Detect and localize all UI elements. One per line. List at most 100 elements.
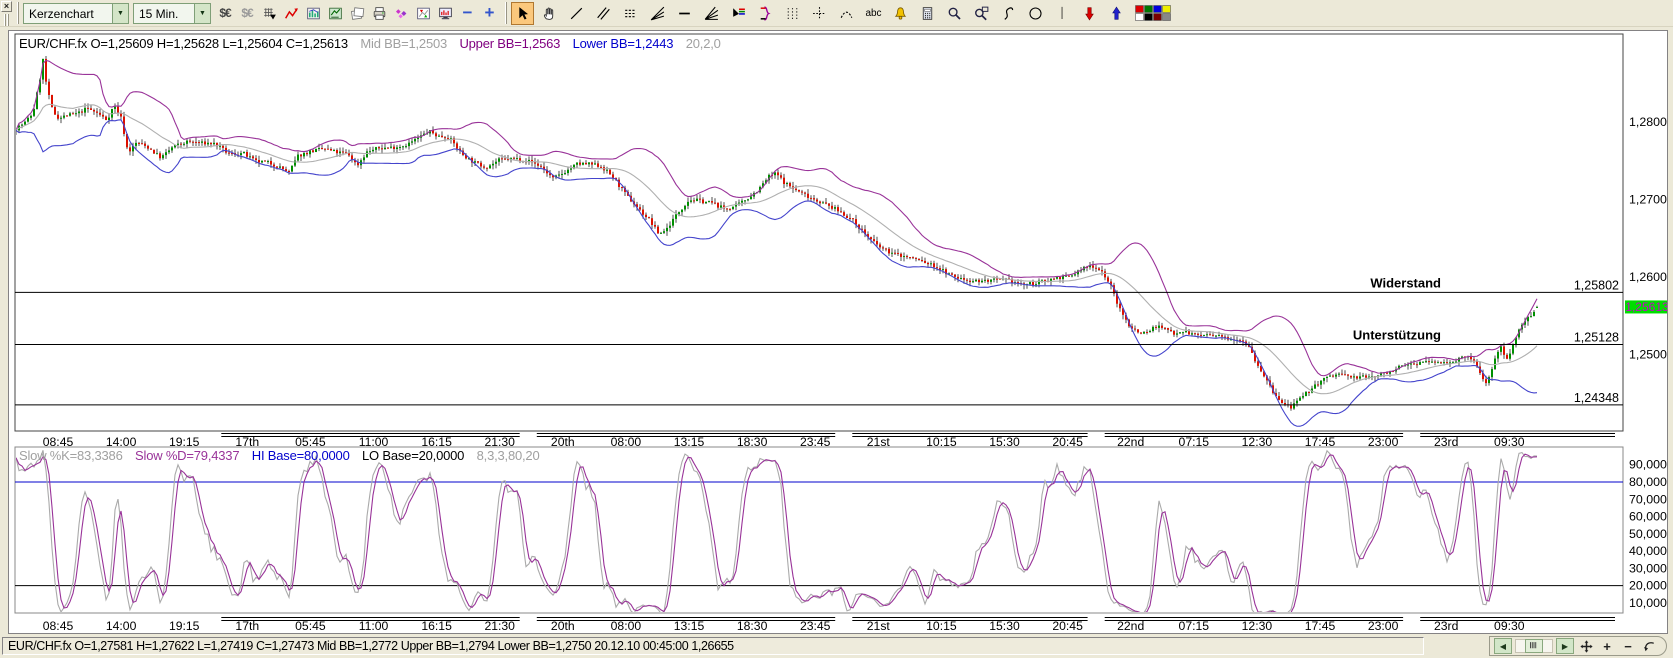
bollinger-bands: [16, 61, 1537, 427]
price-axis-label: 1,27000: [1629, 193, 1667, 207]
horizontal-line-icon[interactable]: [673, 2, 696, 25]
chart-window: 1,25802Widerstand1,25128Unterstützung1,2…: [8, 30, 1668, 634]
marker-arrow-down-icon[interactable]: [1078, 2, 1101, 25]
pan-hand-icon[interactable]: [538, 2, 561, 25]
time-axis-label: 14:00: [106, 619, 137, 633]
time-axis-label: 07:15: [1179, 619, 1210, 633]
paint-diamonds-icon[interactable]: [391, 2, 411, 25]
time-axis-label: 05:45: [295, 619, 326, 633]
main-chart-header: EUR/CHF.fx O=1,25609 H=1,25628 L=1,25604…: [19, 36, 730, 51]
bb-params-text: 20,2,0: [686, 36, 721, 51]
slow-d-text: Slow %D=79,4337: [135, 448, 239, 463]
ellipse-icon[interactable]: [1024, 2, 1047, 25]
freehand-wave-icon[interactable]: [997, 2, 1020, 25]
time-axis-label: 23rd: [1434, 435, 1458, 449]
toolbar-grip-icon[interactable]: [16, 2, 20, 24]
alert-bell-icon[interactable]: [889, 2, 912, 25]
fibonacci-bracket-icon[interactable]: [754, 2, 777, 25]
zoom-window-icon[interactable]: [970, 2, 993, 25]
parallel-channel-icon[interactable]: [592, 2, 615, 25]
zoom-in-button[interactable]: +: [1598, 638, 1616, 654]
lower-bb-text: Lower BB=1,2443: [573, 36, 674, 51]
grid-filter-icon[interactable]: [259, 2, 279, 25]
timeframe-combo[interactable]: 15 Min. ▼: [133, 3, 211, 24]
scroll-thumb[interactable]: [1525, 639, 1543, 653]
price-axis-label: 1,25000: [1629, 347, 1667, 361]
slow-d-line: [16, 454, 1537, 617]
window-close-button[interactable]: ×: [1, 1, 12, 12]
stoch-axis-label: 60,0000: [1629, 510, 1667, 524]
calculator-icon[interactable]: [916, 2, 939, 25]
scroll-left-button[interactable]: ◀: [1494, 638, 1512, 654]
chart-snapshot-icon[interactable]: [325, 2, 345, 25]
time-axis-label: 16:15: [421, 435, 452, 449]
time-axis-label: 11:00: [359, 435, 389, 449]
time-axis-label: 05:45: [295, 435, 326, 449]
mid-bb-text: Mid BB=1,2503: [360, 36, 447, 51]
vertical-line-icon[interactable]: │: [1051, 2, 1074, 25]
time-axis-label: 21:30: [484, 435, 515, 449]
toolbar-grip-icon[interactable]: [504, 2, 508, 24]
chart-canvas[interactable]: 1,25802Widerstand1,25128Unterstützung1,2…: [9, 31, 1667, 633]
time-axis-label: 20:45: [1052, 435, 1083, 449]
quote-symbol-alt-icon[interactable]: $€: [237, 2, 257, 25]
color-palette-icon[interactable]: [1132, 2, 1174, 25]
trendline-icon[interactable]: [565, 2, 588, 25]
marker-arrow-up-icon[interactable]: [1105, 2, 1128, 25]
stoch-axis-label: 30,0000: [1629, 561, 1667, 575]
level-price-label: 1,25128: [1574, 330, 1619, 344]
time-axis-label: 13:15: [674, 619, 705, 633]
dock-handle: ×: [0, 0, 13, 27]
bollinger-lower-band: [16, 120, 1537, 426]
stochastic-plot-border: [15, 447, 1623, 613]
print-icon[interactable]: [369, 2, 389, 25]
time-axis-label: 12:30: [1242, 619, 1273, 633]
chevron-down-icon[interactable]: ▼: [194, 4, 210, 23]
crosshair-icon[interactable]: [808, 2, 831, 25]
stoch-axis-label: 70,0000: [1629, 492, 1667, 506]
time-axis-label: 18:30: [737, 435, 768, 449]
add-panel-icon[interactable]: +: [479, 2, 499, 25]
stoch-axis-label: 50,0000: [1629, 527, 1667, 541]
time-axis-label: 16:15: [421, 619, 452, 633]
monitor-chart-icon[interactable]: [435, 2, 455, 25]
grid-dots-icon[interactable]: [781, 2, 804, 25]
time-axis-label: 08:45: [43, 435, 74, 449]
last-price-label: 1,25613: [1625, 300, 1667, 314]
lo-base-text: LO Base=20,0000: [362, 448, 464, 463]
chevron-down-icon[interactable]: ▼: [112, 4, 128, 23]
time-axis-label: 17th: [235, 619, 259, 633]
quote-symbol-icon[interactable]: $€: [215, 2, 235, 25]
pan-mode-button[interactable]: [1577, 638, 1595, 654]
time-axis-label: 23:45: [800, 619, 831, 633]
scroll-right-button[interactable]: ▶: [1556, 638, 1574, 654]
pointer-levels-icon[interactable]: [727, 2, 750, 25]
gann-fan-icon[interactable]: [646, 2, 669, 25]
ohlc-text: EUR/CHF.fx O=1,25609 H=1,25628 L=1,25604…: [19, 36, 348, 51]
tags-icon[interactable]: [347, 2, 367, 25]
chart-gallery-icon[interactable]: [303, 2, 323, 25]
horizontal-rows-icon[interactable]: [619, 2, 642, 25]
time-axis-label: 14:00: [106, 435, 137, 449]
reset-view-button[interactable]: [1640, 638, 1658, 654]
select-cursor-icon[interactable]: [511, 2, 534, 25]
stoch-axis-label: 40,0000: [1629, 544, 1667, 558]
speed-fan-icon[interactable]: [700, 2, 723, 25]
zoom-out-button[interactable]: −: [1619, 638, 1637, 654]
main-plot-border: [15, 34, 1623, 431]
text-label-icon[interactable]: abc: [862, 2, 885, 25]
time-axis-label: 17:45: [1305, 435, 1336, 449]
remove-panel-icon[interactable]: −: [457, 2, 477, 25]
time-axis-label: 21st: [867, 435, 891, 449]
arc-icon[interactable]: [835, 2, 858, 25]
chart-signals-icon[interactable]: [413, 2, 433, 25]
time-axis-label: 20th: [551, 619, 575, 633]
indicator-zigzag-icon[interactable]: [281, 2, 301, 25]
zoom-in-icon[interactable]: [943, 2, 966, 25]
scrollbar-track[interactable]: [1515, 639, 1553, 653]
dock-grip-icon[interactable]: [2, 14, 11, 27]
bollinger-upper-band: [16, 61, 1537, 376]
chart-type-value: Kerzenchart: [24, 4, 112, 23]
chart-type-combo[interactable]: Kerzenchart ▼: [23, 3, 129, 24]
time-axis-label: 21:30: [484, 619, 515, 633]
